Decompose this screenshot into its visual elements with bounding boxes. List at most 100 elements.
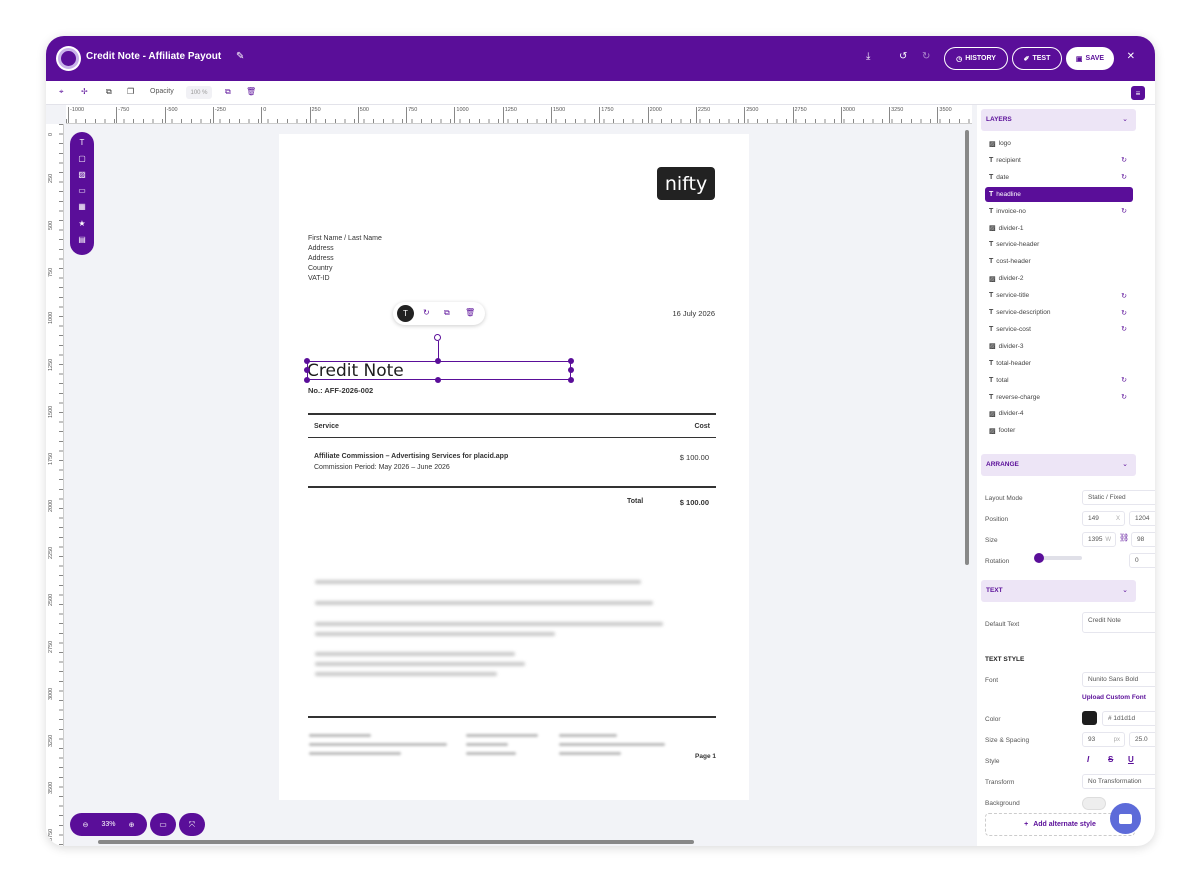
layer-item-service-title[interactable]: Tservice-title ↻ xyxy=(985,288,1133,303)
layer-item-service-description[interactable]: Tservice-description ↻ xyxy=(985,305,1133,320)
service-title-text[interactable]: Affiliate Commission – Advertising Servi… xyxy=(314,453,508,460)
layers-section-header[interactable]: LAYERS ⌄ xyxy=(981,109,1136,131)
trash-icon[interactable]: 🗑 xyxy=(246,87,256,96)
total-header-text[interactable]: Total xyxy=(627,498,643,505)
save-button[interactable]: ▣ SAVE xyxy=(1066,47,1114,70)
app-logo[interactable] xyxy=(56,46,81,71)
fullscreen-button[interactable]: ⤧ xyxy=(179,813,205,836)
fit-to-screen-button[interactable]: ▭ xyxy=(150,813,176,836)
layer-item-total-header[interactable]: Ttotal-header xyxy=(985,356,1133,371)
lock-aspect-icon[interactable]: ⛓ xyxy=(1119,533,1129,542)
date-text[interactable]: 16 July 2026 xyxy=(672,309,715,318)
text-edit-icon[interactable]: T xyxy=(397,305,414,322)
divider-4[interactable] xyxy=(308,716,716,718)
trash-icon[interactable]: 🗑 xyxy=(465,308,475,317)
font-select[interactable]: Nunito Sans Bold⌄ xyxy=(1082,672,1155,687)
color-swatch[interactable] xyxy=(1082,711,1097,725)
default-text-input[interactable]: Credit Note xyxy=(1082,612,1155,633)
upload-custom-font-link[interactable]: Upload Custom Font xyxy=(1082,694,1146,701)
zoom-level-select[interactable]: 33% xyxy=(101,821,115,828)
spacing-input[interactable]: 25.0px xyxy=(1129,732,1155,747)
close-icon[interactable]: ✕ xyxy=(1127,51,1135,62)
layer-item-service-cost[interactable]: Tservice-cost ↻ xyxy=(985,322,1133,337)
sync-icon[interactable]: ↻ xyxy=(1121,376,1127,384)
opacity-input[interactable]: 100 % xyxy=(186,86,212,99)
sync-icon[interactable]: ↻ xyxy=(1121,292,1127,300)
transform-select[interactable]: No Transformation⌄ xyxy=(1082,774,1155,789)
resize-handle-n[interactable] xyxy=(435,358,441,364)
position-y-input[interactable]: 1204Y xyxy=(1129,511,1155,526)
resize-handle-w[interactable] xyxy=(304,367,310,373)
layout-mode-select[interactable]: Static / Fixed⌄ xyxy=(1082,490,1155,505)
logo-image[interactable]: nifty xyxy=(657,167,715,200)
layer-item-divider-3[interactable]: ▨ divider-3 xyxy=(985,339,1133,354)
redo-icon[interactable]: ↻ xyxy=(922,51,930,62)
download-icon[interactable]: ⤓ xyxy=(866,51,870,62)
align-horizontal-icon[interactable]: ⌖ xyxy=(59,87,64,97)
image-tool-icon[interactable]: ▨ xyxy=(70,170,94,179)
edit-title-icon[interactable]: ✎ xyxy=(236,51,244,62)
duplicate-icon[interactable]: ⧉ xyxy=(444,308,450,318)
layer-item-reverse-charge[interactable]: Treverse-charge ↻ xyxy=(985,390,1133,405)
vertical-scrollbar[interactable] xyxy=(965,130,969,565)
service-header-text[interactable]: Service xyxy=(314,423,339,430)
arrange-section-header[interactable]: ARRANGE ⌄ xyxy=(981,454,1136,476)
layer-item-divider-4[interactable]: ▨ divider-4 xyxy=(985,406,1133,421)
size-h-input[interactable]: 98H xyxy=(1131,532,1155,547)
canvas-page[interactable]: nifty First Name / Last Name Address Addre… xyxy=(279,134,749,800)
layer-item-divider-1[interactable]: ▨ divider-1 xyxy=(985,221,1133,236)
layer-item-recipient[interactable]: Trecipient ↻ xyxy=(985,153,1133,168)
rotate-handle[interactable] xyxy=(434,334,441,341)
cost-header-text[interactable]: Cost xyxy=(694,423,710,430)
layer-item-footer[interactable]: ▨ footer xyxy=(985,423,1133,438)
underline-icon[interactable]: U xyxy=(1128,755,1134,764)
undo-icon[interactable]: ↺ xyxy=(899,51,907,62)
sync-icon[interactable]: ↻ xyxy=(1121,325,1127,333)
page-number-text[interactable]: Page 1 xyxy=(695,753,716,760)
panel-menu-icon[interactable]: ≡ xyxy=(1131,86,1145,100)
total-text[interactable]: $ 100.00 xyxy=(680,498,709,507)
layer-item-logo[interactable]: ▨ logo xyxy=(985,136,1133,151)
horizontal-scrollbar[interactable] xyxy=(98,840,694,844)
invoice-no-text[interactable]: No.: AFF-2026-002 xyxy=(308,386,373,395)
divider-2[interactable] xyxy=(308,437,716,438)
rotation-input[interactable]: 0° xyxy=(1129,553,1155,568)
position-x-input[interactable]: 149 X xyxy=(1082,511,1125,526)
star-tool-icon[interactable]: ★ xyxy=(70,219,94,228)
shape-tool-icon[interactable]: ▢ xyxy=(70,154,94,163)
chat-support-button[interactable] xyxy=(1110,803,1141,834)
bring-forward-icon[interactable]: ⧉ xyxy=(106,87,112,97)
service-cost-text[interactable]: $ 100.00 xyxy=(680,453,709,462)
send-backward-icon[interactable]: ❐ xyxy=(127,87,134,96)
template-title[interactable]: Credit Note - Affiliate Payout xyxy=(86,51,221,62)
sync-icon[interactable]: ↻ xyxy=(423,308,430,317)
rectangle-tool-icon[interactable]: ▭ xyxy=(70,186,94,195)
layer-item-service-header[interactable]: Tservice-header xyxy=(985,237,1133,252)
text-section-header[interactable]: TEXT ⌄ xyxy=(981,580,1136,602)
qr-code-tool-icon[interactable]: ▦ xyxy=(70,202,94,211)
sync-icon[interactable]: ↻ xyxy=(1121,207,1127,215)
resize-handle-se[interactable] xyxy=(568,377,574,383)
resize-handle-ne[interactable] xyxy=(568,358,574,364)
font-size-input[interactable]: 93 px xyxy=(1082,732,1125,747)
recipient-text[interactable]: First Name / Last Name Address Address Coun… xyxy=(308,234,382,284)
layer-item-cost-header[interactable]: Tcost-header xyxy=(985,254,1133,269)
layer-item-total[interactable]: Ttotal ↻ xyxy=(985,373,1133,388)
sync-icon[interactable]: ↻ xyxy=(1121,393,1127,401)
rotation-slider-knob[interactable] xyxy=(1034,553,1044,563)
resize-handle-s[interactable] xyxy=(435,377,441,383)
sync-icon[interactable]: ↻ xyxy=(1121,156,1127,164)
zoom-out-icon[interactable]: ⊖ xyxy=(83,821,89,829)
layer-item-headline[interactable]: Theadline xyxy=(985,186,1133,202)
color-input[interactable]: # 1d1d1d xyxy=(1102,711,1155,726)
resize-handle-nw[interactable] xyxy=(304,358,310,364)
layer-item-divider-2[interactable]: ▨ divider-2 xyxy=(985,271,1133,286)
layer-item-invoice-no[interactable]: Tinvoice-no ↻ xyxy=(985,204,1133,219)
sync-icon[interactable]: ↻ xyxy=(1121,173,1127,181)
service-description-text[interactable]: Commission Period: May 2026 – June 2026 xyxy=(314,464,450,471)
resize-handle-e[interactable] xyxy=(568,367,574,373)
resize-handle-sw[interactable] xyxy=(304,377,310,383)
layer-item-date[interactable]: Tdate ↻ xyxy=(985,170,1133,185)
browser-tool-icon[interactable]: ▤ xyxy=(70,235,94,244)
background-toggle[interactable] xyxy=(1082,797,1106,810)
